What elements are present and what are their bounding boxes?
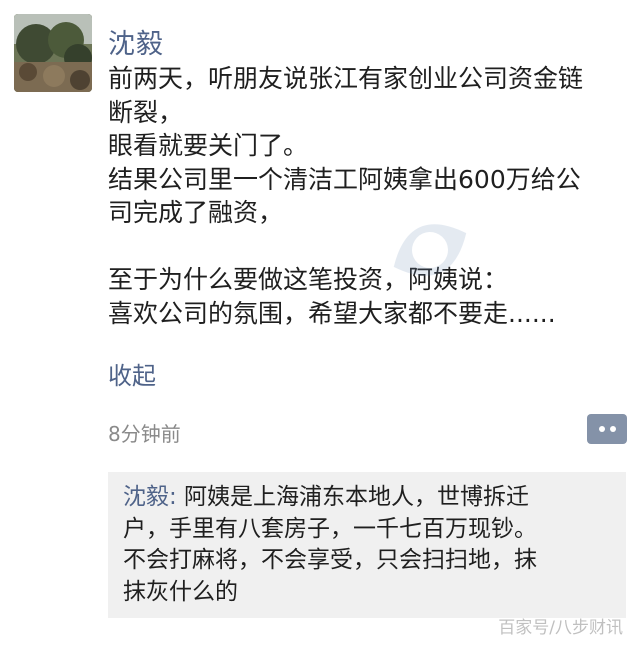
more-button[interactable] [587,414,627,444]
source-watermark: 百家号/八步财讯 [498,618,623,638]
post-author-name[interactable]: 沈毅 [108,22,164,61]
comment-line: 户，手里有八套房子，一千七百万现钞。 [123,515,537,542]
post-line: 断裂， [108,97,184,127]
avatar[interactable] [14,14,92,92]
more-dots-icon [609,426,616,432]
comment-box: 沈毅: 阿姨是上海浦东本地人，世博拆迁 户，手里有八套房子，一千七百万现钞。 不… [108,472,626,618]
post-timestamp: 8分钟前 [108,422,181,446]
post-line: 前两天，听朋友说张江有家创业公司资金链 [108,64,584,93]
post-line: 喜欢公司的氛围，希望大家都不要走...... [108,298,556,328]
comment-line: 不会打麻将，不会享受，只会扫扫地，抹 [123,547,537,573]
comment-author-name[interactable]: 沈毅: [123,484,177,510]
avatar-image [14,14,92,92]
collapse-link[interactable]: 收起 [108,356,156,391]
post-body: 前两天，听朋友说张江有家创业公司资金链 断裂， 眼看就要关门了。 结果公司里一个… [108,62,628,330]
comment-line: 沈毅: 阿姨是上海浦东本地人，世博拆迁 [123,482,619,514]
more-dots-icon [598,426,605,432]
post-line: 眼看就要关门了。 [108,131,309,160]
comment-text: 沈毅: 阿姨是上海浦东本地人，世博拆迁 户，手里有八套房子，一千七百万现钞。 不… [123,482,619,608]
post-line: 结果公司里一个清洁工阿姨拿出600万给公 [108,164,581,194]
post-line: 至于为什么要做这笔投资，阿姨说： [108,265,509,294]
comment-line-text: 阿姨是上海浦东本地人，世博拆迁 [176,484,530,510]
comment-line: 抹灰什么的 [123,578,238,605]
